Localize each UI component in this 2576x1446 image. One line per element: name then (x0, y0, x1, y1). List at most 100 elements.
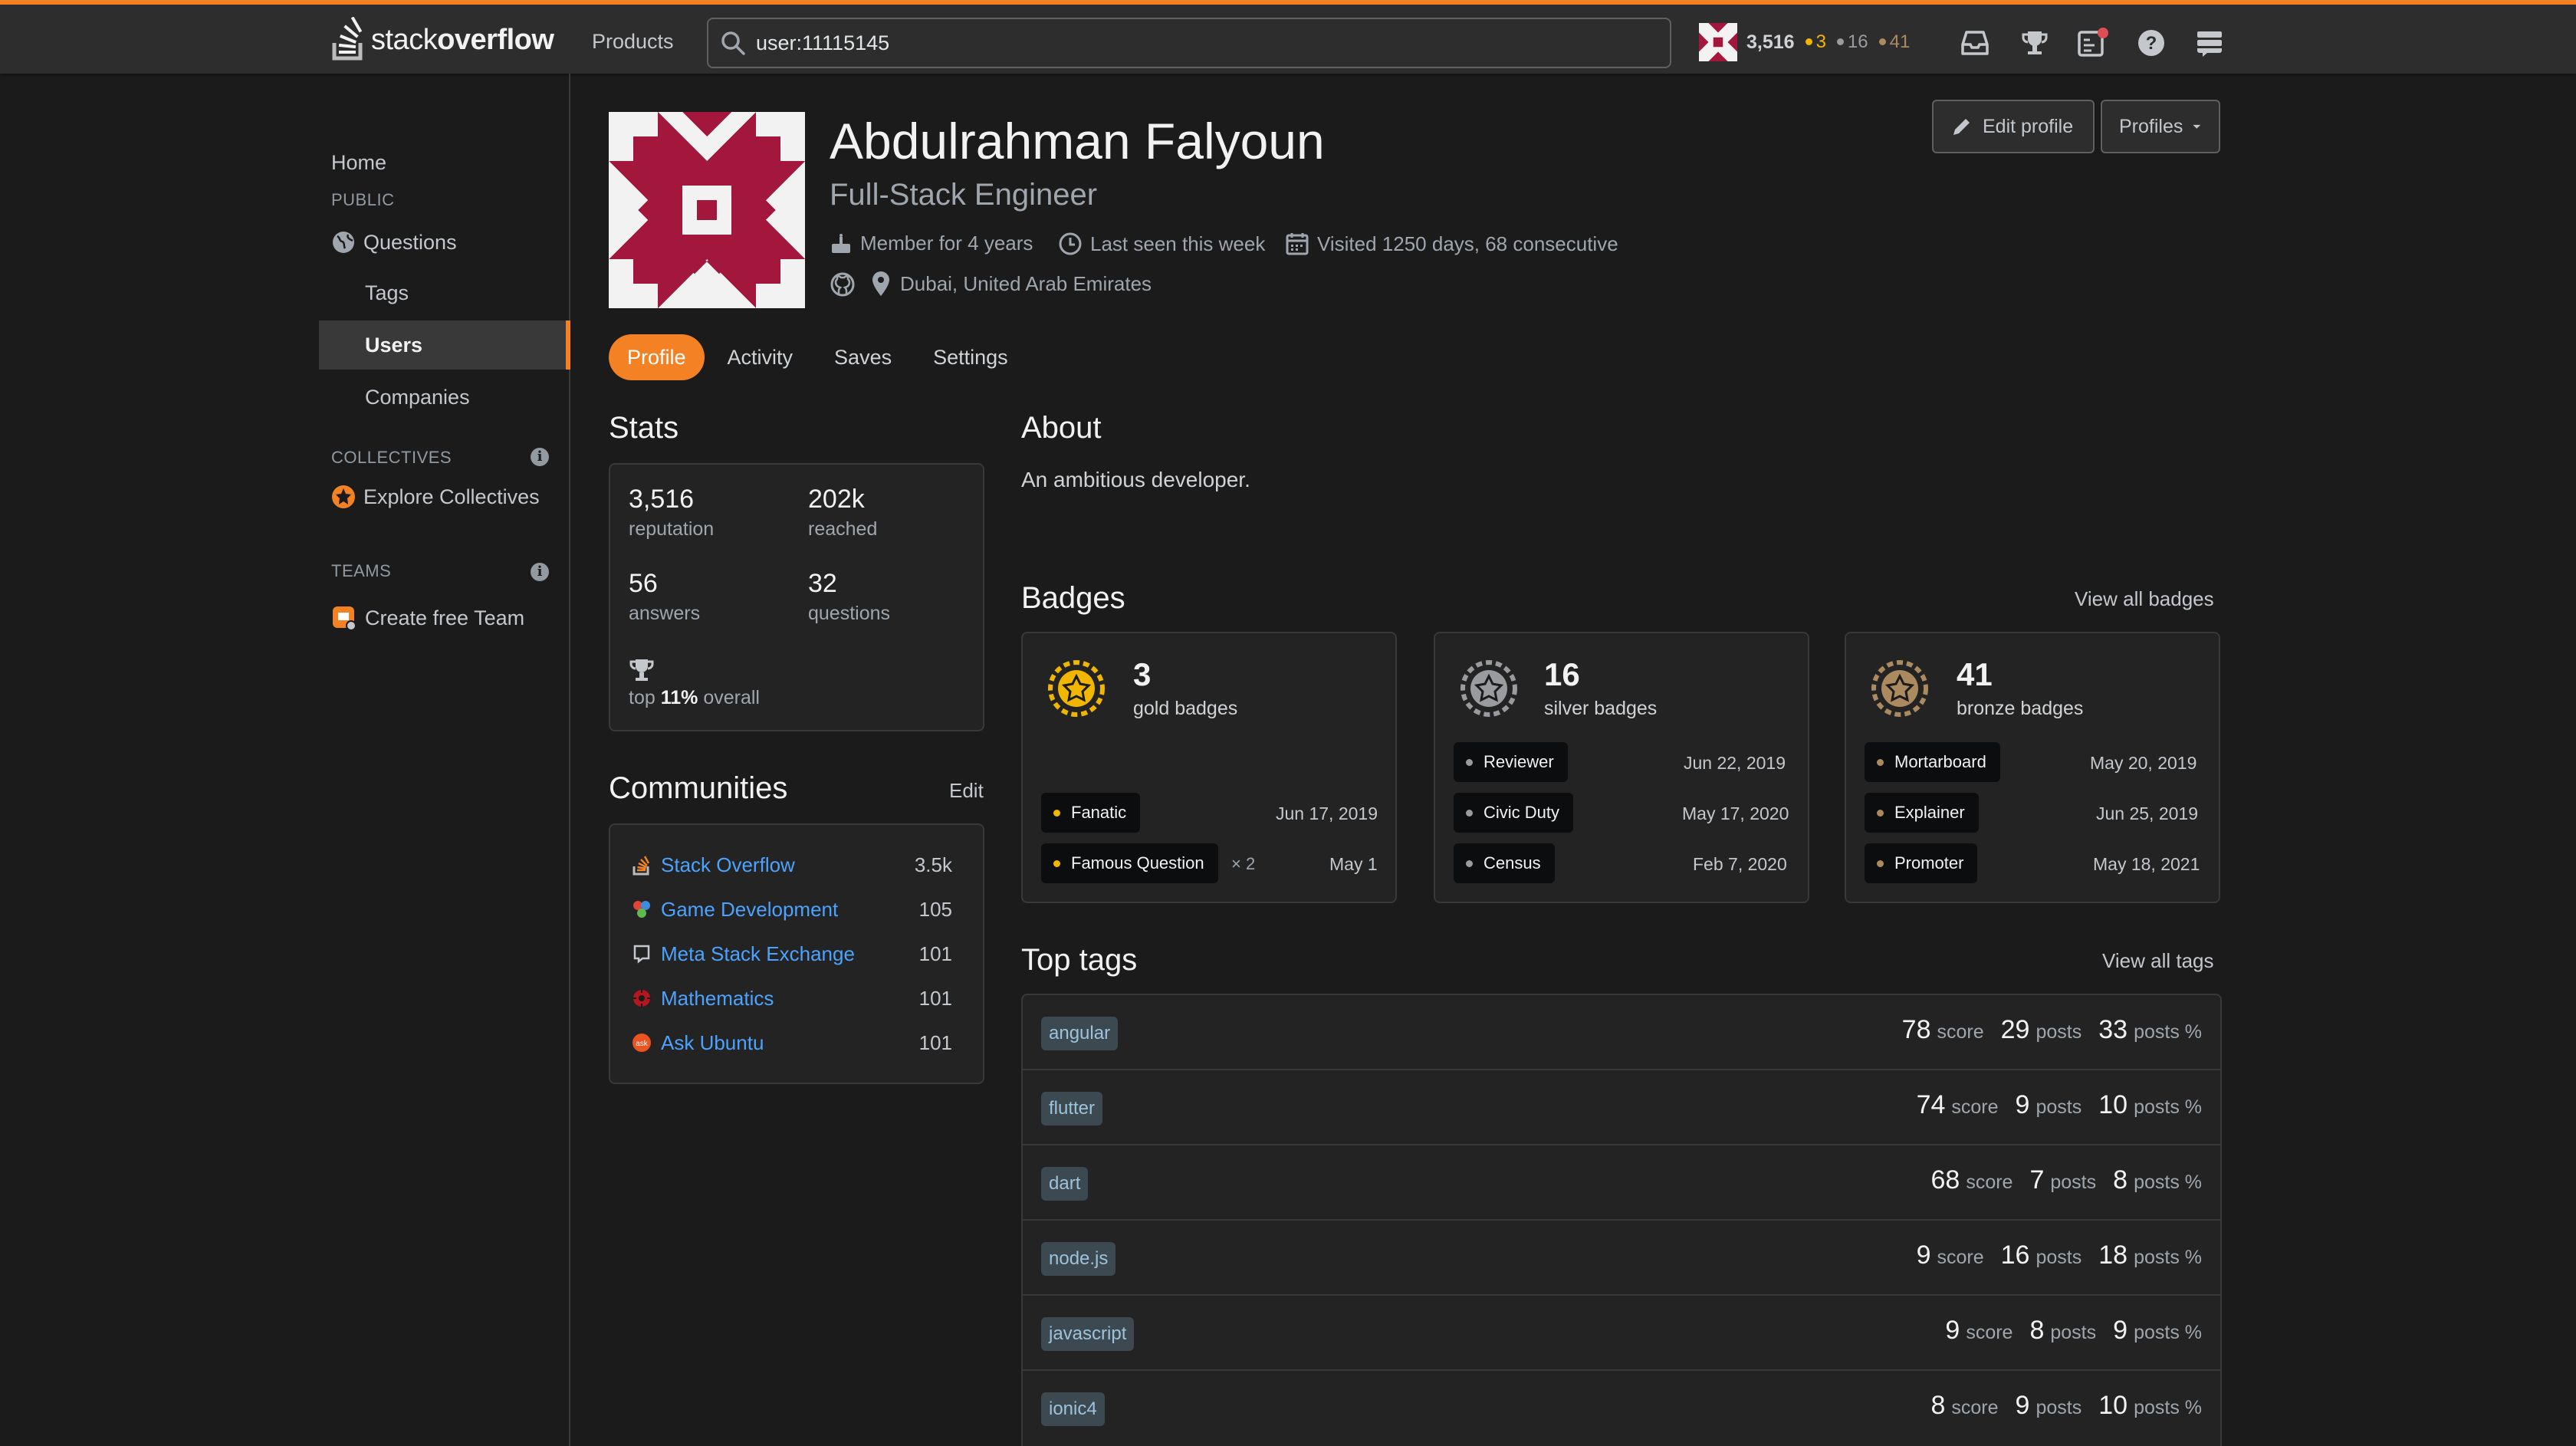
community-row[interactable]: Meta Stack Exchange 101 (632, 938, 952, 969)
stat-reputation: 3,516 (629, 485, 695, 514)
location-pin-icon (872, 271, 889, 296)
communities-heading: Communities (609, 771, 788, 805)
visited: Visited 1250 days, 68 consecutive (1285, 232, 1618, 256)
nav-tags[interactable]: Tags (319, 268, 570, 317)
silver-badge-label: silver badges (1544, 698, 1658, 719)
search-box[interactable] (707, 18, 1671, 68)
posts-unit: posts (2036, 1247, 2082, 1268)
badge-date: Feb 7, 2020 (1693, 854, 1787, 874)
badge-date: May 20, 2019 (2090, 753, 2197, 773)
community-row[interactable]: Mathematics 101 (632, 983, 952, 1014)
stackoverflow-logo[interactable]: stackoverflow (330, 12, 554, 67)
tag-stats: 74 score 9 posts 10 posts % (1917, 1090, 2202, 1120)
percent-unit: posts % (2134, 1397, 2202, 1418)
community-name: Game Development (661, 897, 839, 921)
gold-badge-count: 3 (1815, 31, 1826, 52)
tab-profile[interactable]: Profile (609, 334, 705, 380)
tab-activity[interactable]: Activity (709, 334, 812, 380)
badge-name: Explainer (1894, 803, 1965, 822)
tag-stats: 68 score 7 posts 8 posts % (1930, 1165, 2202, 1195)
bronze-badge-label: bronze badges (1957, 698, 2084, 719)
tag-link[interactable]: ionic4 (1041, 1392, 1105, 1426)
top-suffix: overall (698, 687, 760, 708)
search-input[interactable] (756, 31, 1638, 55)
tag-score: 68 (1930, 1165, 1960, 1195)
stat-questions: 32 (808, 569, 837, 598)
svg-text:ask: ask (636, 1040, 649, 1048)
site-switcher-icon[interactable] (2193, 26, 2226, 60)
tag-link[interactable]: flutter (1041, 1092, 1103, 1126)
tag-score: 9 (1945, 1316, 1960, 1345)
score-unit: score (1966, 1172, 2013, 1193)
review-queue-icon[interactable] (2076, 26, 2110, 60)
badge-promoter[interactable]: Promoter (1865, 843, 1978, 883)
bronze-badge-count: 41 (1889, 31, 1911, 52)
tag-link[interactable]: node.js (1041, 1242, 1116, 1276)
community-name: Meta Stack Exchange (661, 942, 855, 965)
edit-profile-button[interactable]: Edit profile (1932, 100, 2095, 153)
percent-unit: posts % (2134, 1322, 2202, 1343)
tag-row: dart 68 score 7 posts 8 posts % (1021, 1145, 2222, 1221)
badge-name: Promoter (1894, 853, 1964, 873)
trophy-icon (629, 659, 654, 681)
user-card-mini[interactable]: 3,516 3 16 41 (1699, 23, 1910, 61)
calendar-icon (1286, 233, 1309, 255)
nav-create-team-label: Create free Team (365, 606, 525, 629)
clock-icon (1059, 232, 1082, 255)
bronze-badge-total: 41 (1957, 656, 1993, 692)
left-sidebar: Home PUBLIC Questions Tags Users Compani… (0, 74, 570, 1446)
meta-stack-exchange-icon (633, 945, 650, 964)
nav-explore-collectives[interactable]: Explore Collectives (319, 472, 570, 521)
badge-mortarboard[interactable]: Mortarboard (1865, 742, 2000, 782)
community-name: Ask Ubuntu (661, 1030, 764, 1054)
teams-info-icon[interactable]: i (531, 563, 549, 581)
posts-unit: posts (2036, 1397, 2082, 1418)
nav-questions[interactable]: Questions (319, 218, 570, 267)
achievements-icon[interactable] (2018, 26, 2052, 60)
avatar (1699, 23, 1737, 61)
badge-explainer[interactable]: Explainer (1865, 793, 1979, 833)
view-all-badges-link[interactable]: View all badges (2075, 587, 2214, 611)
badge-famous-question[interactable]: Famous Question (1041, 843, 1218, 883)
tag-link[interactable]: dart (1041, 1167, 1089, 1201)
globe-icon (333, 232, 354, 253)
badge-census[interactable]: Census (1454, 843, 1555, 883)
collectives-info-icon[interactable]: i (531, 448, 549, 466)
caret-down-icon (2193, 124, 2201, 129)
badge-reviewer[interactable]: Reviewer (1454, 742, 1568, 782)
products-menu[interactable]: Products (578, 18, 688, 64)
communities-edit-link[interactable]: Edit (949, 779, 984, 803)
pencil-icon (1953, 119, 1970, 135)
community-row[interactable]: Stack Overflow 3.5k (632, 850, 952, 880)
tag-stats: 8 score 9 posts 10 posts % (1930, 1391, 2202, 1421)
nav-create-team[interactable]: Create free Team (319, 593, 570, 642)
badge-civic-duty[interactable]: Civic Duty (1454, 793, 1574, 833)
tab-settings[interactable]: Settings (915, 334, 1027, 380)
badge-fanatic[interactable]: Fanatic (1041, 793, 1141, 833)
nav-home[interactable]: Home (319, 138, 570, 187)
github-link[interactable] (830, 271, 863, 297)
tag-link[interactable]: javascript (1041, 1317, 1135, 1351)
view-all-tags-link[interactable]: View all tags (2102, 949, 2214, 973)
badge-name: Census (1484, 853, 1541, 873)
profiles-dropdown[interactable]: Profiles (2101, 100, 2220, 153)
game-development-icon (633, 901, 650, 918)
badge-date: Jun 25, 2019 (2096, 804, 2199, 823)
badge-name: Reviewer (1484, 752, 1554, 771)
tag-posts-percent: 10 (2098, 1090, 2128, 1119)
tab-saves[interactable]: Saves (816, 334, 910, 380)
posts-unit: posts (2050, 1172, 2097, 1193)
svg-text:?: ? (2146, 33, 2157, 54)
inbox-icon[interactable] (1958, 26, 1992, 60)
nav-companies[interactable]: Companies (319, 373, 570, 422)
stat-answers: 56 (629, 569, 658, 598)
community-row[interactable]: Game Development 105 (632, 894, 952, 925)
community-row[interactable]: ask Ask Ubuntu 101 (632, 1027, 952, 1058)
tag-stats: 78 score 29 posts 33 posts % (1902, 1015, 2202, 1045)
nav-users[interactable]: Users (319, 320, 570, 370)
visited-text: Visited 1250 days, 68 consecutive (1317, 232, 1618, 255)
about-text: An ambitious developer. (1021, 468, 1250, 491)
tag-link[interactable]: angular (1041, 1017, 1119, 1050)
badge-date: May 1 (1329, 854, 1378, 874)
help-icon[interactable]: ? (2134, 26, 2168, 60)
